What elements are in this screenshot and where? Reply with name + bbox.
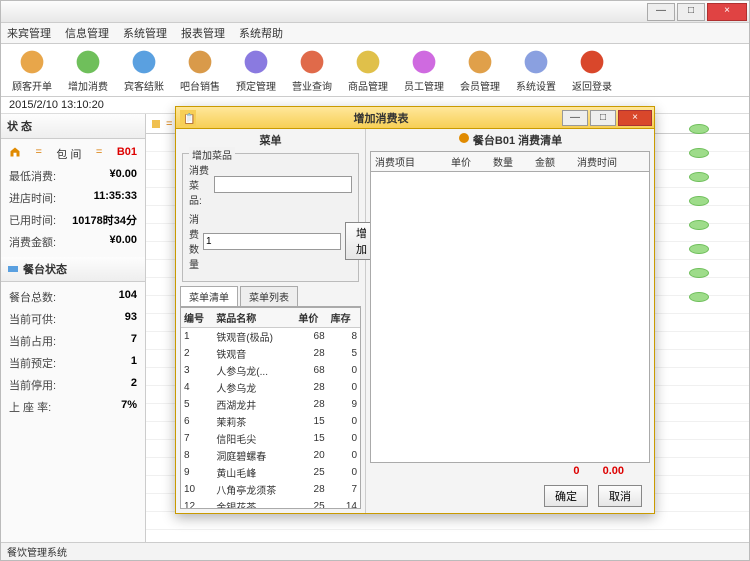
qty-label: 消费数量 xyxy=(189,211,199,271)
status-header: 状 态 xyxy=(1,114,145,139)
plus-icon xyxy=(74,48,102,76)
dialog-maximize-button[interactable]: □ xyxy=(590,110,616,126)
table-status-row: 餐台总数:104 xyxy=(7,286,139,308)
table-dot[interactable] xyxy=(689,292,709,302)
toolbar-staff-button[interactable]: 员工管理 xyxy=(397,45,451,95)
menu-guest[interactable]: 来宾管理 xyxy=(7,25,51,41)
datetime-text: 2015/2/10 13:10:20 xyxy=(9,99,104,111)
menu-row[interactable]: 8洞庭碧螺春200 xyxy=(181,447,360,464)
guest-icon xyxy=(18,48,46,76)
ok-button[interactable]: 确定 xyxy=(544,485,588,507)
toolbar-guest-button[interactable]: 顾客开单 xyxy=(5,45,59,95)
bar-icon xyxy=(186,48,214,76)
exit-icon xyxy=(578,48,606,76)
member-icon xyxy=(466,48,494,76)
menu-list[interactable]: 编号 菜品名称 单价 库存 1铁观音(极品)6882铁观音2853人参乌龙(..… xyxy=(180,307,361,509)
dialog-titlebar[interactable]: 📋 增加消费表 — □ × xyxy=(176,107,654,129)
cancel-button[interactable]: 取消 xyxy=(598,485,642,507)
svg-text:📋: 📋 xyxy=(183,112,195,125)
menu-row[interactable]: 10八角亭龙须茶287 xyxy=(181,481,360,498)
menu-report[interactable]: 报表管理 xyxy=(181,25,225,41)
toolbar-exit-button[interactable]: 返回登录 xyxy=(565,45,619,95)
calendar-icon xyxy=(242,48,270,76)
consume-list[interactable]: 消费项目 单价 数量 金额 消费时间 xyxy=(370,151,650,463)
menu-row[interactable]: 9黄山毛峰250 xyxy=(181,464,360,481)
status-row: 最低消费:¥0.00 xyxy=(7,165,139,187)
table-dot[interactable] xyxy=(689,268,709,278)
room-value: B01 xyxy=(117,146,137,162)
main-titlebar: — □ × xyxy=(1,1,749,23)
toolbar-member-button[interactable]: 会员管理 xyxy=(453,45,507,95)
add-consume-dialog: 📋 增加消费表 — □ × 菜单 增加菜品 消费菜品: 消费数量 增加 菜单清单 xyxy=(175,106,655,514)
menu-row[interactable]: 5西湖龙井289 xyxy=(181,396,360,413)
statusbar: 餐饮管理系统 xyxy=(1,542,749,560)
toolbar-gear-button[interactable]: 营业查询 xyxy=(285,45,339,95)
minimize-button[interactable]: — xyxy=(647,3,675,21)
staff-icon xyxy=(410,48,438,76)
dialog-icon: 📋 xyxy=(180,110,196,126)
dialog-minimize-button[interactable]: — xyxy=(562,110,588,126)
menu-row[interactable]: 1铁观音(极品)688 xyxy=(181,328,360,346)
sidebar: 状 态 = 包 间 = B01 最低消费:¥0.00进店时间:11:35:33已… xyxy=(1,114,146,542)
table-status-dots xyxy=(689,124,709,302)
menubar: 来宾管理 信息管理 系统管理 报表管理 系统帮助 xyxy=(1,23,749,43)
menu-row[interactable]: 2铁观音285 xyxy=(181,345,360,362)
dialog-close-button[interactable]: × xyxy=(618,110,652,126)
order-header: 餐台B01 消费清单 xyxy=(366,129,654,151)
close-button[interactable]: × xyxy=(707,3,747,21)
maximize-button[interactable]: □ xyxy=(677,3,705,21)
table-status-row: 当前停用:2 xyxy=(7,374,139,396)
qty-input[interactable] xyxy=(203,233,341,250)
toolbar-settings-button[interactable]: 系统设置 xyxy=(509,45,563,95)
checkout-icon xyxy=(130,48,158,76)
settings-icon xyxy=(522,48,550,76)
gear-icon xyxy=(298,48,326,76)
item-input[interactable] xyxy=(214,176,352,193)
tab-menu-table[interactable]: 菜单列表 xyxy=(240,286,298,306)
table-dot[interactable] xyxy=(689,124,709,134)
menu-system[interactable]: 系统管理 xyxy=(123,25,167,41)
table-dot[interactable] xyxy=(689,244,709,254)
table-dot[interactable] xyxy=(689,220,709,230)
toolbar-checkout-button[interactable]: 宾客结账 xyxy=(117,45,171,95)
menu-row[interactable]: 3人参乌龙(...680 xyxy=(181,362,360,379)
table-dot[interactable] xyxy=(689,196,709,206)
status-row: 已用时间:10178时34分 xyxy=(7,209,139,231)
toolbar-calendar-button[interactable]: 预定管理 xyxy=(229,45,283,95)
table-status-row: 当前预定:1 xyxy=(7,352,139,374)
menu-tabs: 菜单清单 菜单列表 xyxy=(180,286,361,307)
toolbar-plus-button[interactable]: 增加消费 xyxy=(61,45,115,95)
room-row: = 包 间 = B01 xyxy=(7,143,139,165)
dialog-title: 增加消费表 xyxy=(200,110,562,126)
menu-row[interactable]: 12金银花茶2514 xyxy=(181,498,360,509)
add-item-groupbox: 增加菜品 消费菜品: 消费数量 增加 xyxy=(182,153,359,282)
tab-menu-list[interactable]: 菜单清单 xyxy=(180,286,238,306)
menu-row[interactable]: 6茉莉茶150 xyxy=(181,413,360,430)
toolbar-bar-button[interactable]: 吧台销售 xyxy=(173,45,227,95)
table-dot[interactable] xyxy=(689,172,709,182)
table-icon xyxy=(7,263,19,275)
table-status-row: 当前占用:7 xyxy=(7,330,139,352)
order-icon xyxy=(458,132,470,144)
menu-row[interactable]: 4人参乌龙280 xyxy=(181,379,360,396)
table-dot[interactable] xyxy=(689,148,709,158)
menu-help[interactable]: 系统帮助 xyxy=(239,25,283,41)
toolbar: 顾客开单增加消费宾客结账吧台销售预定管理营业查询商品管理员工管理会员管理系统设置… xyxy=(1,43,749,97)
item-label: 消费菜品: xyxy=(189,162,210,207)
table-status-row: 上 座 率:7% xyxy=(7,396,139,418)
totals-row: 0 0.00 xyxy=(366,463,654,479)
home-icon xyxy=(9,146,21,158)
table-status-header: 餐台状态 xyxy=(1,257,145,282)
toolbar-goods-button[interactable]: 商品管理 xyxy=(341,45,395,95)
area-color-icon xyxy=(152,120,160,128)
table-status-row: 当前可供:93 xyxy=(7,308,139,330)
goods-icon xyxy=(354,48,382,76)
status-row: 进店时间:11:35:33 xyxy=(7,187,139,209)
menu-info[interactable]: 信息管理 xyxy=(65,25,109,41)
menu-row[interactable]: 7信阳毛尖150 xyxy=(181,430,360,447)
status-row: 消费金额:¥0.00 xyxy=(7,231,139,253)
